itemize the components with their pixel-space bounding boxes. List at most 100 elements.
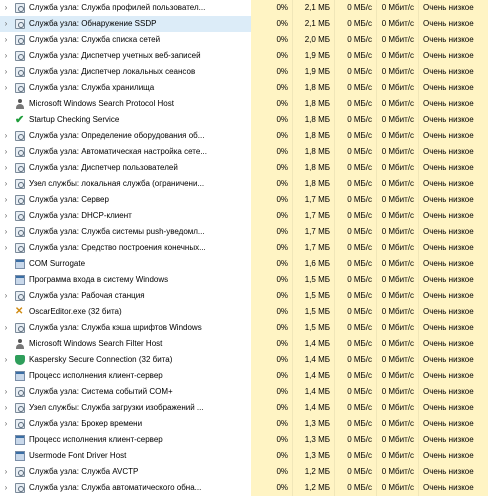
memory-value: 1,5 МБ: [293, 320, 335, 336]
process-name: Microsoft Windows Search Protocol Host: [29, 99, 174, 108]
expand-chevron-icon[interactable]: ›: [1, 80, 11, 96]
process-row[interactable]: Процесс исполнения клиент-сервер 0% 1,3 МБ…: [0, 432, 488, 448]
expand-chevron-icon[interactable]: ›: [1, 464, 11, 480]
network-value: 0 Мбит/с: [377, 480, 419, 496]
process-name-cell[interactable]: › Служба узла: Диспетчер учетных веб-запи…: [0, 48, 251, 64]
process-name-cell[interactable]: Процесс исполнения клиент-сервер: [0, 432, 251, 448]
process-name-cell[interactable]: › Служба узла: DHCP-клиент: [0, 208, 251, 224]
process-name-cell[interactable]: › Служба узла: Средство построения конечн…: [0, 240, 251, 256]
expand-chevron-icon[interactable]: ›: [1, 352, 11, 368]
expand-chevron-icon[interactable]: ›: [1, 128, 11, 144]
process-row[interactable]: › Служба узла: DHCP-клиент 0% 1,7 МБ 0 МБ/с 0…: [0, 208, 488, 224]
process-name-cell[interactable]: › Служба узла: Служба списка сетей: [0, 32, 251, 48]
expand-chevron-icon[interactable]: ›: [1, 48, 11, 64]
expand-chevron-icon[interactable]: ›: [1, 144, 11, 160]
process-name-cell[interactable]: › Служба узла: Служба кэша шрифтов Window…: [0, 320, 251, 336]
expand-chevron-icon[interactable]: ›: [1, 400, 11, 416]
process-name-cell[interactable]: › Узел службы: Служба загрузки изображени…: [0, 400, 251, 416]
process-row[interactable]: Процесс исполнения клиент-сервер 0% 1,4 МБ…: [0, 368, 488, 384]
cpu-value: 0%: [251, 16, 293, 32]
process-row[interactable]: › Служба узла: Служба хранилища 0% 1,8 МБ 0 …: [0, 80, 488, 96]
process-name-cell[interactable]: › Служба узла: Сервер: [0, 192, 251, 208]
process-name-cell[interactable]: › Служба узла: Служба профилей пользовате…: [0, 0, 251, 16]
process-row[interactable]: Microsoft Windows Search Protocol Host 0%…: [0, 96, 488, 112]
process-name-cell[interactable]: › Служба узла: Обнаружение SSDP: [0, 16, 251, 32]
memory-value: 1,9 МБ: [293, 48, 335, 64]
expand-chevron-icon[interactable]: ›: [1, 416, 11, 432]
process-row[interactable]: › Служба узла: Служба автоматического обн…: [0, 480, 488, 496]
memory-value: 1,9 МБ: [293, 64, 335, 80]
memory-value: 1,5 МБ: [293, 304, 335, 320]
process-name-cell[interactable]: › Kaspersky Secure Connection (32 бита): [0, 352, 251, 368]
expand-chevron-icon[interactable]: ›: [1, 384, 11, 400]
process-row[interactable]: › Служба узла: Служба кэша шрифтов Window…: [0, 320, 488, 336]
network-value: 0 Мбит/с: [377, 400, 419, 416]
process-row[interactable]: COM Surrogate 0% 1,6 МБ 0 МБ/с 0 Мбит/с Очень…: [0, 256, 488, 272]
process-row[interactable]: › Служба узла: Служба списка сетей 0% 2,0 М…: [0, 32, 488, 48]
process-row[interactable]: ✕ OscarEditor.exe (32 бита) 0% 1,5 МБ 0 МБ/с…: [0, 304, 488, 320]
process-row[interactable]: › Служба узла: Брокер времени 0% 1,3 МБ 0 МБ…: [0, 416, 488, 432]
process-name-cell[interactable]: Usermode Font Driver Host: [0, 448, 251, 464]
process-row[interactable]: › Служба узла: Диспетчер локальных сеансо…: [0, 64, 488, 80]
process-name: Узел службы: локальная служба (ограничен…: [29, 179, 205, 188]
expand-chevron-icon[interactable]: ›: [1, 208, 11, 224]
process-name-cell[interactable]: COM Surrogate: [0, 256, 251, 272]
expand-chevron-icon[interactable]: ›: [1, 64, 11, 80]
process-name-cell[interactable]: › Служба узла: Система событий COM+: [0, 384, 251, 400]
process-name-cell[interactable]: Microsoft Windows Search Protocol Host: [0, 96, 251, 112]
process-name-cell[interactable]: › Служба узла: Автоматическая настройка с…: [0, 144, 251, 160]
power-usage-value: Очень низкое: [419, 112, 488, 128]
process-row[interactable]: › Служба узла: Диспетчер учетных веб-запи…: [0, 48, 488, 64]
process-name-cell[interactable]: ✕ OscarEditor.exe (32 бита): [0, 304, 251, 320]
process-row[interactable]: › Служба узла: Автоматическая настройка с…: [0, 144, 488, 160]
process-name-cell[interactable]: Программа входа в систему Windows: [0, 272, 251, 288]
process-row[interactable]: › Служба узла: Определение оборудования о…: [0, 128, 488, 144]
process-row[interactable]: › Служба узла: Служба AVCTP 0% 1,2 МБ 0 МБ/с…: [0, 464, 488, 480]
expand-chevron-icon[interactable]: ›: [1, 0, 11, 16]
process-row[interactable]: › Служба узла: Сервер 0% 1,7 МБ 0 МБ/с 0 Мбит…: [0, 192, 488, 208]
process-name-cell[interactable]: › Служба узла: Диспетчер локальных сеансо…: [0, 64, 251, 80]
process-name-cell[interactable]: › Служба узла: Рабочая станция: [0, 288, 251, 304]
memory-value: 1,8 МБ: [293, 144, 335, 160]
process-name-cell[interactable]: › Служба узла: Служба хранилища: [0, 80, 251, 96]
cpu-value: 0%: [251, 448, 293, 464]
expand-chevron-icon[interactable]: ›: [1, 32, 11, 48]
process-row[interactable]: Usermode Font Driver Host 0% 1,3 МБ 0 МБ/с 0…: [0, 448, 488, 464]
process-row[interactable]: › Служба узла: Служба профилей пользовате…: [0, 0, 488, 16]
process-name-cell[interactable]: Microsoft Windows Search Filter Host: [0, 336, 251, 352]
process-row[interactable]: › Узел службы: локальная служба (ограниче…: [0, 176, 488, 192]
expand-chevron-icon[interactable]: ›: [1, 16, 11, 32]
process-name-cell[interactable]: › Служба узла: Диспетчер пользователей: [0, 160, 251, 176]
network-value: 0 Мбит/с: [377, 240, 419, 256]
process-name-cell[interactable]: ✔ Startup Checking Service: [0, 112, 251, 128]
process-name-cell[interactable]: › Служба узла: Определение оборудования о…: [0, 128, 251, 144]
process-row[interactable]: › Служба узла: Диспетчер пользователей 0% 1…: [0, 160, 488, 176]
process-name-cell[interactable]: › Служба узла: Служба AVCTP: [0, 464, 251, 480]
cpu-value: 0%: [251, 32, 293, 48]
expand-chevron-icon[interactable]: ›: [1, 320, 11, 336]
expand-chevron-icon[interactable]: ›: [1, 224, 11, 240]
process-row[interactable]: › Служба узла: Служба системы push-уведом…: [0, 224, 488, 240]
disk-value: 0 МБ/с: [335, 224, 377, 240]
process-row[interactable]: › Kaspersky Secure Connection (32 бита) 0%…: [0, 352, 488, 368]
process-row[interactable]: ✔ Startup Checking Service 0% 1,8 МБ 0 МБ/с 0…: [0, 112, 488, 128]
expand-chevron-icon[interactable]: ›: [1, 240, 11, 256]
expand-chevron-icon[interactable]: ›: [1, 192, 11, 208]
process-row[interactable]: Программа входа в систему Windows 0% 1,5 М…: [0, 272, 488, 288]
process-name-cell[interactable]: › Служба узла: Служба системы push-уведом…: [0, 224, 251, 240]
process-row[interactable]: › Служба узла: Средство построения конечн…: [0, 240, 488, 256]
process-name-cell[interactable]: › Служба узла: Служба автоматического обн…: [0, 480, 251, 496]
expand-chevron-icon[interactable]: ›: [1, 288, 11, 304]
expand-chevron-icon[interactable]: ›: [1, 480, 11, 496]
process-row[interactable]: › Служба узла: Обнаружение SSDP 0% 2,1 МБ 0 …: [0, 16, 488, 32]
process-name-cell[interactable]: › Служба узла: Брокер времени: [0, 416, 251, 432]
process-name-cell[interactable]: › Узел службы: локальная служба (ограниче…: [0, 176, 251, 192]
expand-chevron-icon[interactable]: ›: [1, 176, 11, 192]
process-name-cell[interactable]: Процесс исполнения клиент-сервер: [0, 368, 251, 384]
process-row[interactable]: › Узел службы: Служба загрузки изображени…: [0, 400, 488, 416]
process-row[interactable]: Microsoft Windows Search Filter Host 0% 1,…: [0, 336, 488, 352]
cpu-value: 0%: [251, 128, 293, 144]
process-row[interactable]: › Служба узла: Система событий COM+ 0% 1,4 …: [0, 384, 488, 400]
process-row[interactable]: › Служба узла: Рабочая станция 0% 1,5 МБ 0 М…: [0, 288, 488, 304]
expand-chevron-icon[interactable]: ›: [1, 160, 11, 176]
